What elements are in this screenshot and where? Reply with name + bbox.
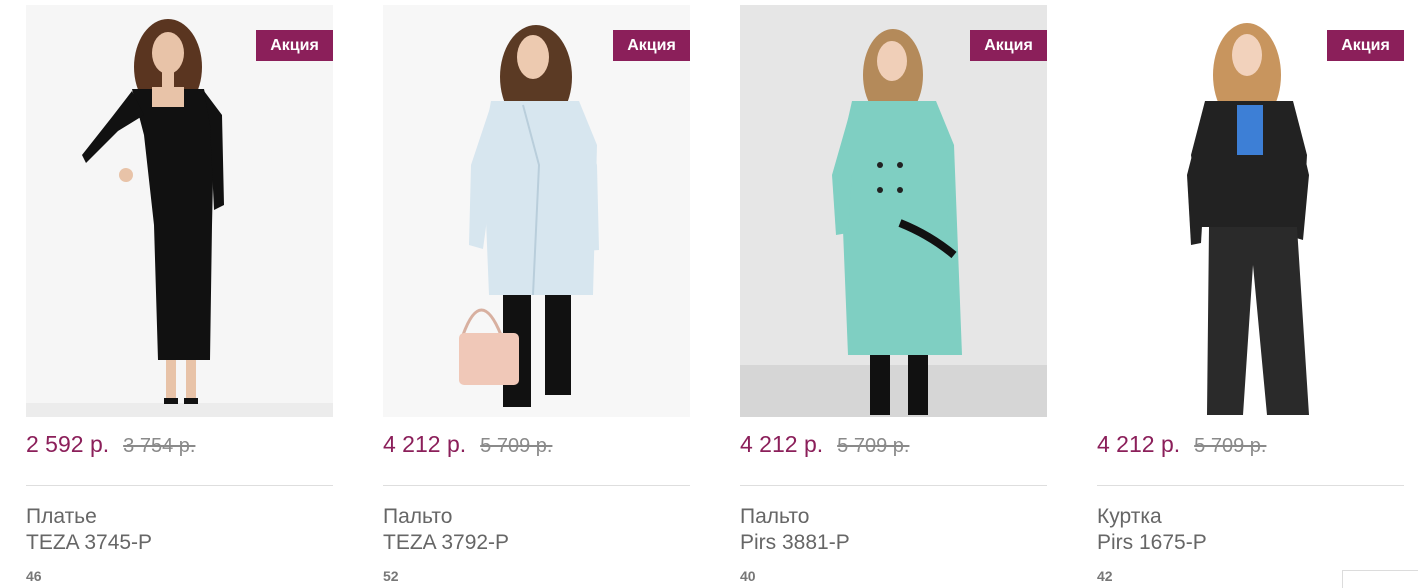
current-price: 2 592 р.: [26, 431, 110, 457]
product-model: TEZA 3745-P: [26, 531, 153, 554]
product-name[interactable]: Платье TEZA 3745-P: [26, 504, 333, 556]
product-model: Pirs 3881-P: [740, 531, 850, 554]
product-grid: Акция 2 592 р. 3 754 р. Платье TEZA 3745…: [26, 5, 1404, 584]
product-card[interactable]: Акция 2 592 р. 3 754 р. Платье TEZA 3745…: [26, 5, 333, 584]
current-price: 4 212 р.: [740, 431, 824, 457]
divider: [383, 485, 690, 486]
current-price: 4 212 р.: [1097, 431, 1181, 457]
price-row: 2 592 р. 3 754 р.: [26, 431, 333, 461]
product-photo[interactable]: Акция: [26, 5, 333, 417]
product-card[interactable]: Акция 4 212 р. 5 709 р. Пальто Pirs 3881…: [740, 5, 1047, 584]
product-model: Pirs 1675-P: [1097, 531, 1207, 554]
product-name[interactable]: Куртка Pirs 1675-P: [1097, 504, 1404, 556]
price-row: 4 212 р. 5 709 р.: [383, 431, 690, 461]
product-type: Куртка: [1097, 505, 1162, 528]
old-price: 5 709 р.: [1194, 435, 1267, 457]
old-price: 5 709 р.: [837, 435, 910, 457]
price-row: 4 212 р. 5 709 р.: [740, 431, 1047, 461]
product-name[interactable]: Пальто TEZA 3792-P: [383, 504, 690, 556]
product-name[interactable]: Пальто Pirs 3881-P: [740, 504, 1047, 556]
product-photo[interactable]: Акция: [383, 5, 690, 417]
product-size: 46: [26, 568, 42, 584]
product-photo[interactable]: Акция: [1097, 5, 1404, 417]
old-price: 5 709 р.: [480, 435, 553, 457]
product-type: Платье: [26, 505, 97, 528]
product-type: Пальто: [740, 505, 810, 528]
divider: [740, 485, 1047, 486]
product-size: 40: [740, 568, 756, 584]
sale-badge: Акция: [1327, 30, 1404, 61]
sale-badge: Акция: [970, 30, 1047, 61]
price-row: 4 212 р. 5 709 р.: [1097, 431, 1404, 461]
product-type: Пальто: [383, 505, 453, 528]
divider: [26, 485, 333, 486]
current-price: 4 212 р.: [383, 431, 467, 457]
product-size: 52: [383, 568, 399, 584]
divider: [1097, 485, 1404, 486]
old-price: 3 754 р.: [123, 435, 196, 457]
product-card[interactable]: Акция 4 212 р. 5 709 р. Куртка Pirs 1675…: [1097, 5, 1404, 584]
product-photo[interactable]: Акция: [740, 5, 1047, 417]
sale-badge: Акция: [613, 30, 690, 61]
scroll-to-top-button[interactable]: [1342, 570, 1418, 588]
sale-badge: Акция: [256, 30, 333, 61]
product-card[interactable]: Акция 4 212 р. 5 709 р. Пальто TEZA 3792…: [383, 5, 690, 584]
product-model: TEZA 3792-P: [383, 531, 510, 554]
